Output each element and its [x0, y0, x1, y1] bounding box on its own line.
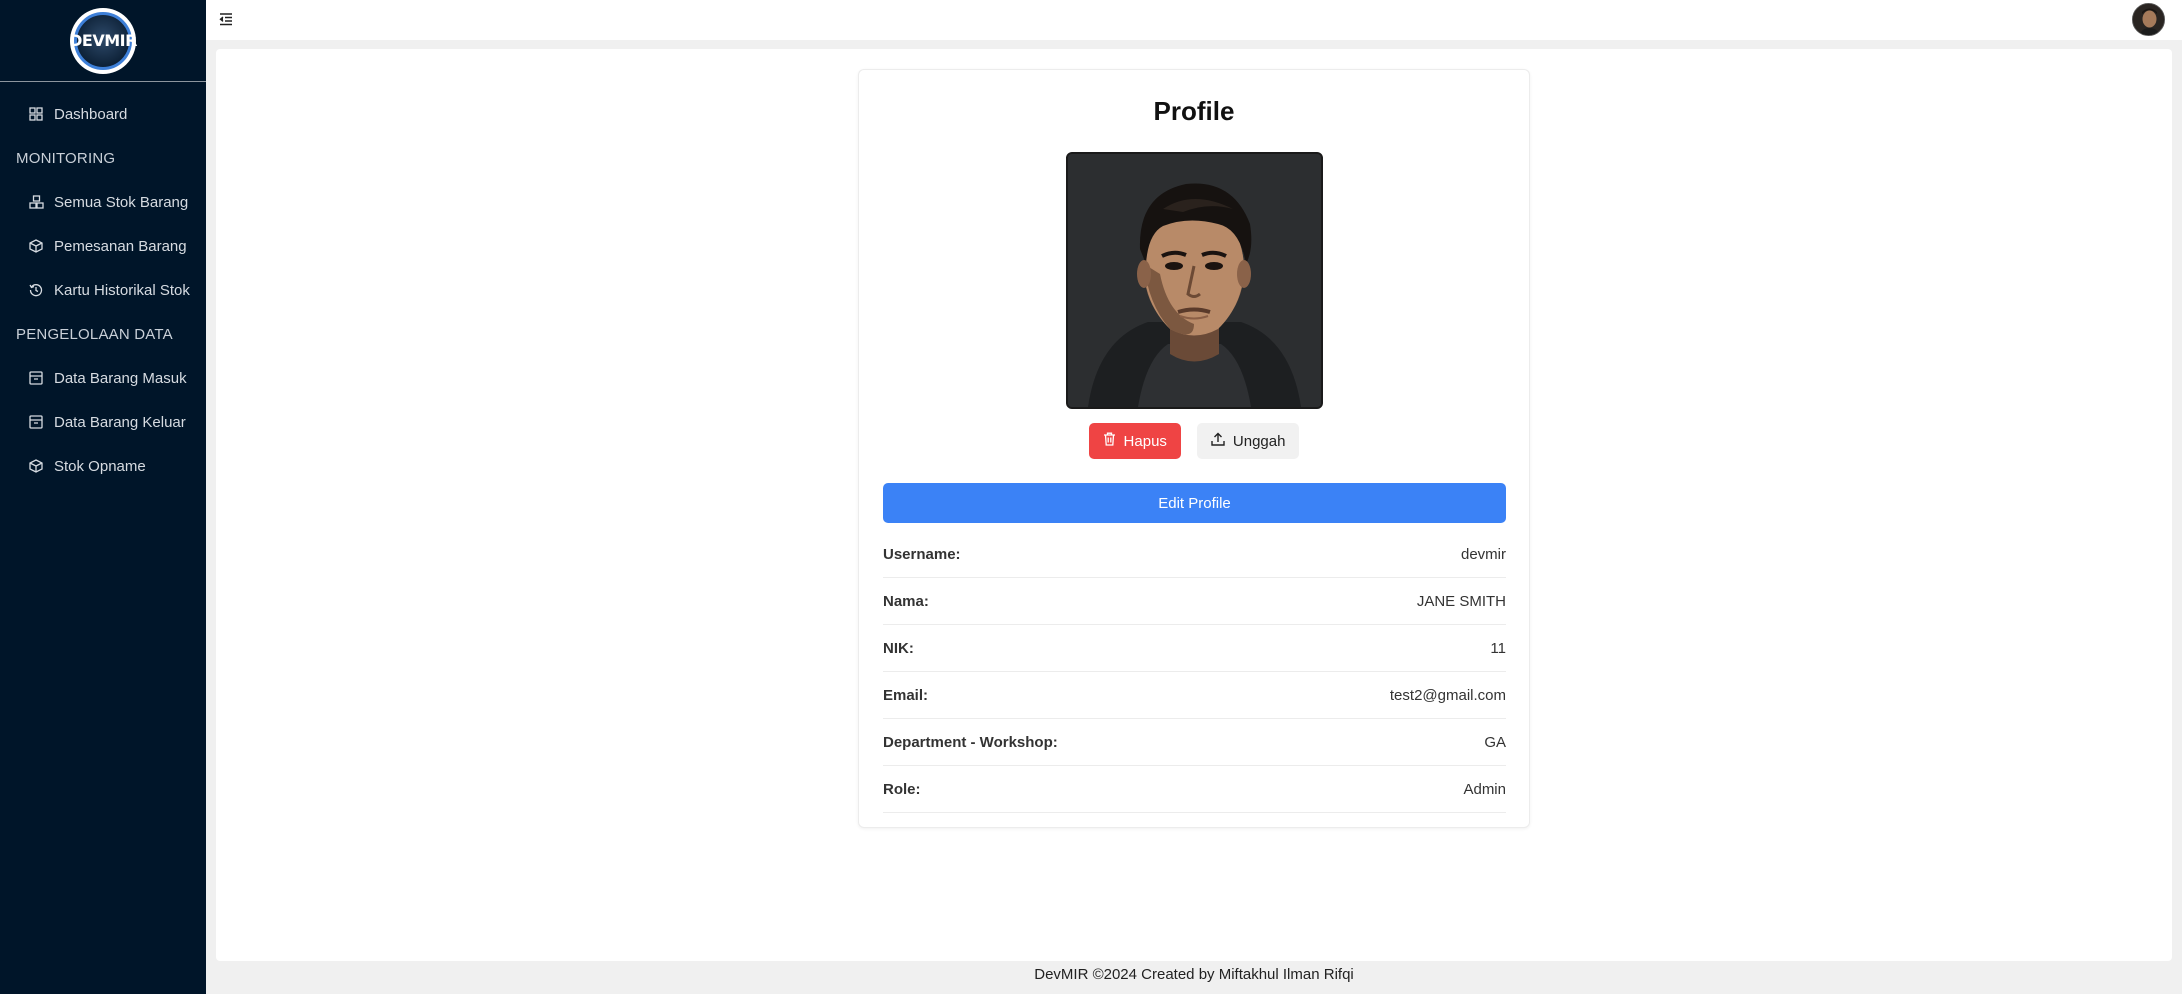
- devmir-logo[interactable]: DEVMIR: [69, 7, 137, 74]
- detail-value: Admin: [1463, 780, 1506, 798]
- sidebar-item-label: Stok Opname: [54, 457, 146, 475]
- sidebar-item-label: Dashboard: [54, 105, 128, 123]
- detail-row-username: Username: devmir: [883, 531, 1506, 578]
- detail-value: JANE SMITH: [1416, 592, 1506, 610]
- detail-label: Role:: [883, 780, 921, 798]
- sidebar-item-label: Kartu Historikal Stok: [54, 281, 190, 299]
- detail-row-email: Email: test2@gmail.com: [883, 672, 1506, 719]
- detail-label: Username:: [883, 545, 961, 563]
- detail-value: GA: [1484, 733, 1506, 751]
- sidebar-item-data-barang-keluar[interactable]: Data Barang Keluar: [0, 400, 206, 444]
- upload-icon: [1211, 432, 1225, 450]
- sidebar-item-data-barang-masuk[interactable]: Data Barang Masuk: [0, 356, 206, 400]
- menu-fold-icon[interactable]: [218, 11, 236, 29]
- upload-label: Unggah: [1232, 432, 1286, 450]
- detail-row-role: Role: Admin: [883, 766, 1506, 813]
- main-content: Profile Hapus Unggah Edit Profile Userna…: [216, 49, 2172, 961]
- profile-card: Profile Hapus Unggah Edit Profile Userna…: [858, 69, 1530, 828]
- sidebar-item-dashboard[interactable]: Dashboard: [0, 92, 206, 136]
- menu-group-monitoring: MONITORING: [16, 149, 116, 167]
- user-avatar[interactable]: [2132, 3, 2165, 36]
- detail-label: Nama:: [883, 592, 929, 610]
- sidebar-item-label: Data Barang Keluar: [54, 413, 186, 431]
- delete-label: Hapus: [1123, 432, 1167, 450]
- sidebar-item-label: Data Barang Masuk: [54, 369, 187, 387]
- footer: DevMIR ©2024 Created by Miftakhul Ilman …: [1034, 966, 1354, 983]
- outbox-icon: [28, 414, 44, 430]
- logo-area: DEVMIR: [0, 0, 206, 82]
- detail-row-department: Department - Workshop: GA: [883, 719, 1506, 766]
- dashboard-icon: [28, 106, 44, 122]
- box-icon: [28, 238, 44, 254]
- logo-text: DEVMIR: [69, 31, 137, 50]
- upload-photo-button[interactable]: Unggah: [1196, 423, 1300, 459]
- detail-value: devmir: [1460, 545, 1506, 563]
- delete-photo-button[interactable]: Hapus: [1088, 423, 1181, 459]
- edit-profile-button[interactable]: Edit Profile: [883, 483, 1506, 523]
- detail-row-nama: Nama: JANE SMITH: [883, 578, 1506, 625]
- trash-icon: [1103, 432, 1116, 450]
- sidebar-item-label: Pemesanan Barang: [54, 237, 187, 255]
- sidebar-menu: Dashboard MONITORING Semua Stok Barang P…: [0, 82, 206, 488]
- top-header: [206, 0, 2182, 40]
- detail-label: NIK:: [883, 639, 914, 657]
- sidebar: DEVMIR Dashboard MONITORING Semua Stok B…: [0, 0, 206, 994]
- detail-label: Department - Workshop:: [883, 733, 1058, 751]
- inbox-icon: [28, 370, 44, 386]
- sidebar-item-kartu-historikal-stok[interactable]: Kartu Historikal Stok: [0, 268, 206, 312]
- stock-icon: [28, 194, 44, 210]
- menu-group-pengelolaan-data: PENGELOLAAN DATA: [16, 325, 173, 343]
- history-icon: [28, 282, 44, 298]
- detail-label: Email:: [883, 686, 929, 704]
- detail-row-nik: NIK: 11: [883, 625, 1506, 672]
- photo-actions: Hapus Unggah: [859, 423, 1529, 459]
- page-title: Profile: [1153, 96, 1235, 126]
- sidebar-item-stok-opname[interactable]: Stok Opname: [0, 444, 206, 488]
- detail-value: 11: [1490, 639, 1506, 657]
- box-icon: [28, 458, 44, 474]
- sidebar-item-semua-stok-barang[interactable]: Semua Stok Barang: [0, 180, 206, 224]
- sidebar-item-pemesanan-barang[interactable]: Pemesanan Barang: [0, 224, 206, 268]
- detail-value: test2@gmail.com: [1389, 686, 1506, 704]
- sidebar-item-label: Semua Stok Barang: [54, 193, 189, 211]
- profile-photo: [1066, 152, 1323, 409]
- profile-details: Username: devmir Nama: JANE SMITH NIK: 1…: [883, 531, 1506, 813]
